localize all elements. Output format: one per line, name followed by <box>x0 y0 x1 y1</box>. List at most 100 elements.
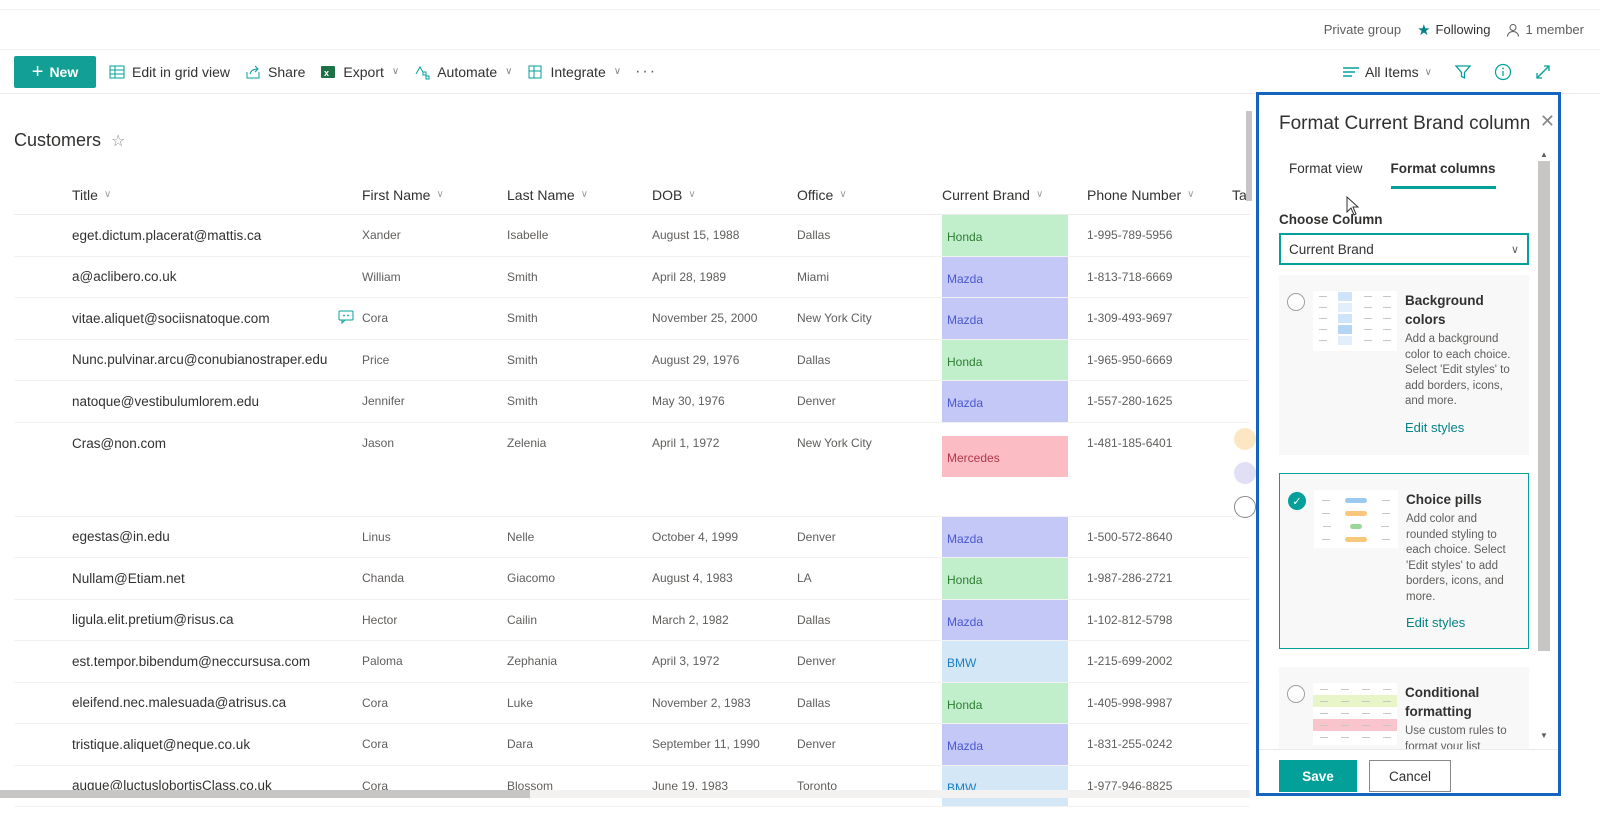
following-button[interactable]: ★ Following <box>1417 21 1490 39</box>
table-row[interactable]: egestas@in.edu Linus Nelle October 4, 1999 D… <box>14 516 1250 558</box>
cell-office: Dallas <box>797 695 831 710</box>
cell-title[interactable]: est.tempor.bibendum@neccursusa.com <box>14 654 362 669</box>
column-header-phone-number[interactable]: Phone Number ∨ <box>1087 187 1232 203</box>
cell-last-name: Isabelle <box>507 228 549 243</box>
cell-title[interactable]: tristique.aliquet@neque.co.uk <box>14 737 362 752</box>
table-row[interactable]: augue@luctuslobortisClass.co.uk Cora Bloss… <box>14 765 1250 807</box>
column-header-dob[interactable]: DOB ∨ <box>652 187 797 203</box>
chevron-down-icon: ∨ <box>103 189 112 200</box>
column-header-truncated[interactable]: Ta <box>1232 187 1247 203</box>
cell-title[interactable]: Cras@non.com <box>14 423 362 451</box>
radio-checked-icon[interactable]: ✓ <box>1288 492 1306 510</box>
cell-phone-number: 1-965-950-6669 <box>1087 352 1173 367</box>
view-label: All Items <box>1364 64 1419 80</box>
tab-format-columns[interactable]: Format columns <box>1390 161 1496 189</box>
info-icon[interactable] <box>1494 63 1512 81</box>
panel-scrollbar[interactable]: ▲ ▼ <box>1538 150 1550 750</box>
cell-title[interactable]: eget.dictum.placerat@mattis.ca <box>14 228 362 243</box>
radio-button[interactable] <box>1287 685 1305 703</box>
table-row[interactable]: natoque@vestibulumlorem.edu Jennifer Smith… <box>14 381 1250 423</box>
table-row[interactable]: eget.dictum.placerat@mattis.ca Xander Isab… <box>14 215 1250 257</box>
column-header-first-name[interactable]: First Name ∨ <box>362 187 507 203</box>
scroll-down-icon[interactable]: ▼ <box>1538 731 1550 740</box>
more-options-button[interactable]: ··· <box>635 63 657 81</box>
integrate-button[interactable]: Integrate ∨ <box>526 56 621 88</box>
option-background-colors[interactable]: Background colors Add a background color… <box>1279 275 1529 455</box>
scrollbar-thumb[interactable] <box>1538 161 1550 651</box>
list-vertical-scrollbar[interactable] <box>1246 105 1254 785</box>
share-button[interactable]: Share <box>244 56 305 88</box>
cell-title[interactable]: egestas@in.edu <box>14 529 362 544</box>
option-choice-pills[interactable]: ✓ Choice pills Add color and rounded sty… <box>1279 473 1529 649</box>
edit-styles-link[interactable]: Edit styles <box>1406 615 1520 630</box>
scrollbar-thumb[interactable] <box>1246 111 1252 201</box>
scroll-up-icon[interactable]: ▲ <box>1538 150 1550 159</box>
favorite-star-icon[interactable]: ☆ <box>111 131 125 151</box>
edit-grid-button[interactable]: Edit in grid view <box>108 56 230 88</box>
option-title: Conditional formatting <box>1405 685 1480 719</box>
export-button[interactable]: x Export ∨ <box>319 56 399 88</box>
table-row[interactable]: vitae.aliquet@sociisnatoque.com Cora Smith… <box>14 298 1250 340</box>
cell-dob: August 29, 1976 <box>652 352 740 367</box>
save-button[interactable]: Save <box>1279 760 1357 792</box>
radio-button[interactable] <box>1287 293 1305 311</box>
cell-title[interactable]: ligula.elit.pretium@risus.ca <box>14 612 362 627</box>
column-header-title[interactable]: Title ∨ <box>14 187 362 203</box>
cell-current-brand: Honda <box>942 215 1087 256</box>
expand-icon[interactable] <box>1534 63 1552 81</box>
column-label: Office <box>797 186 834 203</box>
brand-badge: Honda <box>942 682 1068 723</box>
cell-last-name: Zephania <box>507 654 558 669</box>
view-selector[interactable]: All Items ∨ <box>1342 64 1432 80</box>
scrollbar-thumb[interactable] <box>0 790 530 798</box>
cell-title[interactable]: Nullam@Etiam.net <box>14 571 362 586</box>
choose-column-dropdown[interactable]: Current Brand ∨ <box>1279 233 1529 265</box>
cell-phone-number: 1-557-280-1625 <box>1087 394 1173 409</box>
cell-dob: March 2, 1982 <box>652 612 729 627</box>
cell-title[interactable]: eleifend.nec.malesuada@atrisus.ca <box>14 695 362 710</box>
filter-icon[interactable] <box>1454 63 1472 81</box>
tab-format-view[interactable]: Format view <box>1289 161 1363 189</box>
cell-title[interactable]: a@aclibero.co.uk <box>14 269 362 284</box>
cell-office: Dallas <box>797 612 831 627</box>
table-row[interactable]: Cras@non.com Jason Zelenia April 1, 1972 New… <box>14 423 1250 517</box>
cancel-button[interactable]: Cancel <box>1369 760 1451 792</box>
cell-last-name: Cailin <box>507 612 538 627</box>
column-header-last-name[interactable]: Last Name ∨ <box>507 187 652 203</box>
table-row[interactable]: tristique.aliquet@neque.co.uk Cora Dara Sep… <box>14 724 1250 766</box>
cell-office: Denver <box>797 394 836 409</box>
column-header-current-brand[interactable]: Current Brand ∨ <box>942 187 1087 203</box>
excel-icon: x <box>319 63 337 81</box>
title-text: Nullam@Etiam.net <box>72 570 185 586</box>
cell-title[interactable]: Nunc.pulvinar.arcu@conubianostraper.edu <box>14 352 362 367</box>
table-row[interactable]: ligula.elit.pretium@risus.ca Hector Cailin… <box>14 599 1250 641</box>
table-row[interactable]: Nunc.pulvinar.arcu@conubianostraper.edu P… <box>14 339 1250 381</box>
table-row[interactable]: a@aclibero.co.uk William Smith April 28, 19… <box>14 256 1250 298</box>
new-label: New <box>49 63 79 80</box>
cell-title[interactable]: natoque@vestibulumlorem.edu <box>14 394 362 409</box>
cell-title[interactable]: vitae.aliquet@sociisnatoque.com <box>14 310 362 327</box>
table-row[interactable]: eleifend.nec.malesuada@atrisus.ca Cora Luk… <box>14 682 1250 724</box>
list-horizontal-scrollbar[interactable] <box>0 790 1250 798</box>
chevron-down-icon: ∨ <box>1510 243 1519 256</box>
members-button[interactable]: 1 member <box>1506 22 1584 37</box>
cell-last-name: Smith <box>507 352 538 367</box>
option-title: Background colors <box>1405 293 1484 327</box>
cell-current-brand: Mazda <box>942 599 1087 640</box>
title-text: ligula.elit.pretium@risus.ca <box>72 612 234 628</box>
column-header-office[interactable]: Office ∨ <box>797 187 942 203</box>
chevron-down-icon: ∨ <box>391 66 400 77</box>
automate-button[interactable]: Automate ∨ <box>413 56 512 88</box>
table-row[interactable]: est.tempor.bibendum@neccursusa.com Paloma… <box>14 641 1250 683</box>
option-conditional-formatting[interactable]: Conditional formatting Use custom rules … <box>1279 667 1529 753</box>
comment-icon[interactable] <box>338 310 354 327</box>
cell-office: LA <box>797 571 812 586</box>
table-body: eget.dictum.placerat@mattis.ca Xander Isab… <box>14 215 1250 807</box>
title-text: tristique.aliquet@neque.co.uk <box>72 736 251 752</box>
table-row[interactable]: Nullam@Etiam.net Chanda Giacomo August 4, 1… <box>14 558 1250 600</box>
brand-badge: BMW <box>942 641 1068 682</box>
cell-last-name: Smith <box>507 311 538 326</box>
close-icon[interactable]: ✕ <box>1540 111 1555 132</box>
edit-styles-link[interactable]: Edit styles <box>1405 420 1521 435</box>
new-button[interactable]: + New <box>14 55 96 88</box>
